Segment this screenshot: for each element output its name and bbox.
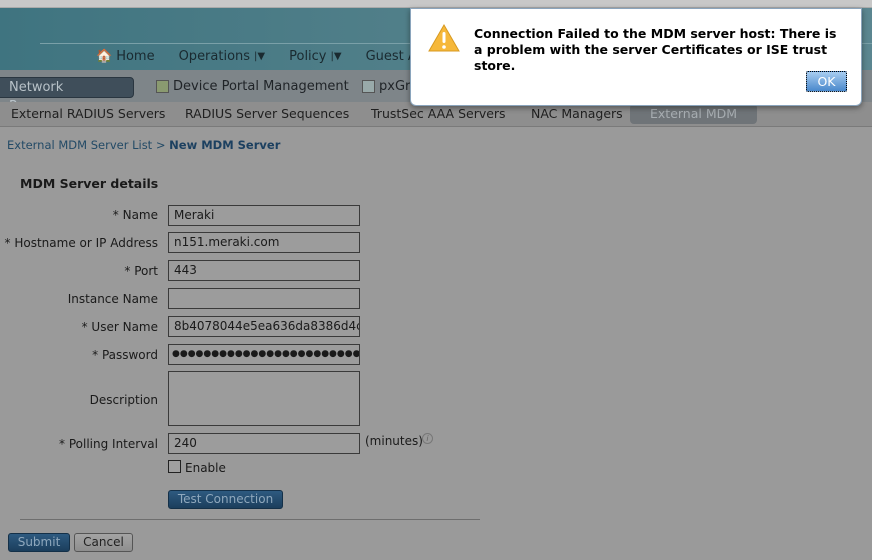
breadcrumb-parent[interactable]: External MDM Server List bbox=[7, 138, 152, 152]
home-icon: 🏠 bbox=[96, 49, 113, 64]
password-input[interactable]: ●●●●●●●●●●●●●●●●●●●●●●●●●●●● bbox=[168, 344, 360, 365]
description-textarea[interactable] bbox=[168, 371, 360, 426]
enable-label: Enable bbox=[185, 461, 226, 475]
tab-radius-sequences[interactable]: RADIUS Server Sequences bbox=[185, 106, 349, 121]
main-nav: 🏠 Home Operations |▼ Policy |▼ Guest Acc bbox=[96, 49, 431, 64]
tab-external-mdm[interactable]: External MDM bbox=[630, 104, 758, 124]
name-label: * Name bbox=[112, 208, 158, 222]
divider bbox=[20, 519, 480, 520]
subnav-device-portal[interactable]: Device Portal Management bbox=[156, 79, 349, 94]
section-title: MDM Server details bbox=[20, 176, 159, 191]
nav-home[interactable]: 🏠 Home bbox=[96, 49, 155, 64]
instance-label: Instance Name bbox=[67, 292, 158, 306]
polling-label: * Polling Interval bbox=[59, 437, 158, 451]
dialog-message: Connection Failed to the MDM server host… bbox=[474, 26, 837, 73]
breadcrumb: External MDM Server List > New MDM Serve… bbox=[7, 138, 281, 152]
breadcrumb-current: New MDM Server bbox=[169, 138, 281, 152]
hostname-label: * Hostname or IP Address bbox=[4, 236, 158, 250]
tab-nac-managers[interactable]: NAC Managers bbox=[531, 106, 623, 121]
port-label: * Port bbox=[124, 264, 158, 278]
info-icon[interactable]: i bbox=[422, 433, 433, 444]
submit-button[interactable]: Submit bbox=[8, 533, 70, 552]
port-input[interactable]: 443 bbox=[168, 260, 360, 281]
nav-policy[interactable]: Policy |▼ bbox=[289, 49, 341, 64]
username-label: * User Name bbox=[81, 320, 158, 334]
instance-input[interactable] bbox=[168, 288, 360, 309]
description-label: Description bbox=[89, 393, 158, 407]
subnav-network-resources[interactable]: Network Resources bbox=[0, 77, 134, 114]
nav-operations[interactable]: Operations |▼ bbox=[179, 49, 266, 64]
error-dialog: Connection Failed to the MDM server host… bbox=[410, 8, 862, 106]
polling-unit: (minutes) bbox=[365, 434, 423, 448]
pxgrid-icon bbox=[362, 80, 375, 93]
chevron-down-icon[interactable]: |▼ bbox=[254, 51, 265, 62]
tab-trustsec[interactable]: TrustSec AAA Servers bbox=[371, 106, 506, 121]
browser-strip bbox=[0, 0, 872, 8]
username-input[interactable]: 8b4078044e5ea636da8386d4c9 bbox=[168, 316, 360, 337]
polling-input[interactable]: 240 bbox=[168, 433, 360, 454]
warning-icon bbox=[428, 24, 460, 52]
chevron-down-icon[interactable]: |▼ bbox=[331, 51, 342, 62]
tab-external-radius[interactable]: External RADIUS Servers bbox=[11, 106, 165, 121]
hostname-input[interactable]: n151.meraki.com bbox=[168, 232, 360, 253]
ok-button[interactable]: OK bbox=[806, 71, 847, 92]
test-connection-button[interactable]: Test Connection bbox=[168, 490, 283, 509]
portal-icon bbox=[156, 80, 169, 93]
cancel-button[interactable]: Cancel bbox=[74, 533, 133, 552]
enable-checkbox[interactable] bbox=[168, 460, 181, 473]
name-input[interactable]: Meraki bbox=[168, 205, 360, 226]
password-label: * Password bbox=[92, 348, 158, 362]
